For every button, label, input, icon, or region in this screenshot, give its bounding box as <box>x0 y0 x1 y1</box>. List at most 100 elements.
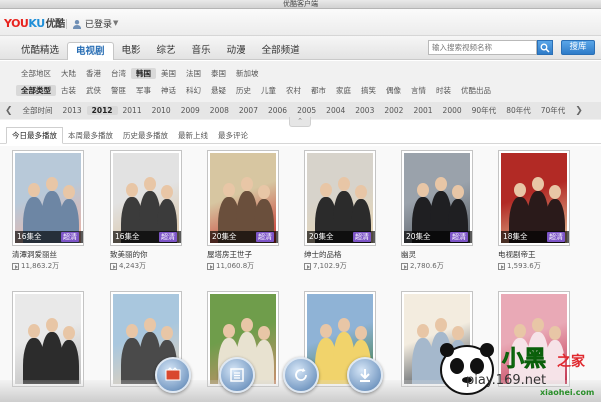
filter-option-year[interactable]: 80年代 <box>501 105 536 116</box>
filter-option-year[interactable]: 2009 <box>176 106 205 115</box>
search-input[interactable] <box>428 40 537 55</box>
search-button[interactable] <box>537 40 553 55</box>
filter-option-genre[interactable]: 搞笑 <box>356 85 381 96</box>
tab-channel[interactable]: 音乐 <box>184 42 219 60</box>
show-poster[interactable]: 20集全 超清 <box>304 150 376 246</box>
filter-option-genre[interactable]: 农村 <box>281 85 306 96</box>
filter-option-genre[interactable]: 优酷出品 <box>456 85 496 96</box>
filter-option-year[interactable]: 2003 <box>350 106 379 115</box>
refresh-button[interactable] <box>283 357 319 393</box>
filter-option-year[interactable]: 2007 <box>234 106 263 115</box>
show-title[interactable]: 电视剧帝王 <box>498 249 570 260</box>
filter-option-year[interactable]: 2010 <box>147 106 176 115</box>
watermark-site: xiaohei.com <box>540 388 595 397</box>
show-poster[interactable]: 18集全 超清 <box>498 150 570 246</box>
menu-dropdown-icon[interactable]: ▼ <box>113 19 118 27</box>
list-button[interactable] <box>219 357 255 393</box>
filter-option-year[interactable]: 2002 <box>379 106 408 115</box>
youku-logo[interactable]: YOUKU优酷 <box>4 15 65 30</box>
filter-option-year[interactable]: 2006 <box>263 106 292 115</box>
show-poster[interactable]: 20集全 超清 <box>401 150 473 246</box>
filter-option-year[interactable]: 2000 <box>438 106 467 115</box>
filter-option-region[interactable]: 法国 <box>181 68 206 79</box>
search-library-button[interactable]: 搜库 <box>561 40 595 55</box>
show-poster[interactable] <box>12 291 84 387</box>
show-title[interactable]: 幽灵 <box>401 249 473 260</box>
filter-option-genre[interactable]: 军事 <box>131 85 156 96</box>
filter-option-region[interactable]: 新加坡 <box>231 68 264 79</box>
film-button[interactable] <box>155 357 191 393</box>
filter-option-year[interactable]: 2004 <box>321 106 350 115</box>
filter-option-genre[interactable]: 家庭 <box>331 85 356 96</box>
show-poster[interactable]: 16集全 超清 <box>110 150 182 246</box>
filter-option-genre[interactable]: 时装 <box>431 85 456 96</box>
filter-option-year[interactable]: 2008 <box>205 106 234 115</box>
filter-option-genre[interactable]: 儿童 <box>256 85 281 96</box>
filter-option-genre[interactable]: 科幻 <box>181 85 206 96</box>
download-button[interactable] <box>347 357 383 393</box>
show-card[interactable]: 16集全 超清致美丽的你 4,243万 <box>110 150 182 271</box>
filter-option-year[interactable]: 全部时间 <box>18 105 58 116</box>
chevron-right-icon[interactable]: ❯ <box>570 106 588 116</box>
tab-sort[interactable]: 今日最多播放 <box>6 127 63 144</box>
poster-face <box>417 183 429 197</box>
show-card[interactable]: 16集全 超清 清潭洞爱丽丝 11,863.2万 <box>12 150 84 271</box>
filter-option-region[interactable]: 全部地区 <box>16 68 56 79</box>
tab-sort[interactable]: 最多评论 <box>213 130 253 143</box>
show-card[interactable]: 20集全 超清 幽灵 2,780.6万 <box>401 150 473 271</box>
filter-option-genre[interactable]: 历史 <box>231 85 256 96</box>
filter-option-region[interactable]: 香港 <box>81 68 106 79</box>
filter-option-year[interactable]: 90年代 <box>467 105 502 116</box>
show-title[interactable]: 屋塔房王世子 <box>207 249 279 260</box>
filter-option-year[interactable]: 2005 <box>292 106 321 115</box>
filter-option-region[interactable]: 美国 <box>156 68 181 79</box>
show-poster[interactable]: 16集全 超清 <box>12 150 84 246</box>
filter-option-genre[interactable]: 偶像 <box>381 85 406 96</box>
tab-channel[interactable]: 全部频道 <box>254 42 308 60</box>
filter-option-region[interactable]: 大陆 <box>56 68 81 79</box>
filter-option-region[interactable]: 台湾 <box>106 68 131 79</box>
show-card[interactable]: 20集全 超清 屋塔房王世子 11,060.8万 <box>207 150 279 271</box>
tab-channel[interactable]: 优酷精选 <box>13 42 67 60</box>
filter-option-genre[interactable]: 都市 <box>306 85 331 96</box>
show-title[interactable]: 致美丽的你 <box>110 249 182 260</box>
play-count-icon <box>304 262 311 270</box>
filter-option-genre[interactable]: 全部类型 <box>16 85 56 96</box>
collapse-filters-toggle[interactable]: ⌃ <box>289 117 311 127</box>
filter-option-region[interactable]: 泰国 <box>206 68 231 79</box>
region-filter: 全部地区 大陆 香港 台湾 韩国 美国 法国 泰国 新加坡 <box>16 65 264 82</box>
tab-sort[interactable]: 最新上线 <box>173 130 213 143</box>
tab-channel[interactable]: 电视剧 <box>67 42 114 60</box>
window-title: 优酷客户端 <box>283 0 318 8</box>
poster-face <box>338 177 350 191</box>
tab-sort[interactable]: 历史最多播放 <box>118 130 173 143</box>
filter-option-year[interactable]: 70年代 <box>536 105 571 116</box>
show-title[interactable]: 绅士的品格 <box>304 249 376 260</box>
play-count: 4,243万 <box>110 261 182 271</box>
tab-channel[interactable]: 综艺 <box>149 42 184 60</box>
show-card[interactable] <box>12 291 84 387</box>
hd-badge: 超清 <box>159 232 177 242</box>
filter-option-year[interactable]: 2011 <box>118 106 147 115</box>
filter-option-genre[interactable]: 武侠 <box>81 85 106 96</box>
filter-option-genre[interactable]: 古装 <box>56 85 81 96</box>
tab-channel[interactable]: 电影 <box>114 42 149 60</box>
tab-channel[interactable]: 动漫 <box>219 42 254 60</box>
show-poster[interactable]: 20集全 超清 <box>207 150 279 246</box>
filter-option-genre[interactable]: 警匪 <box>106 85 131 96</box>
tab-sort[interactable]: 本周最多播放 <box>63 130 118 143</box>
chevron-left-icon[interactable]: ❮ <box>0 106 18 116</box>
poster-image <box>307 153 373 243</box>
filter-option-year[interactable]: 2001 <box>408 106 437 115</box>
login-status[interactable]: 已登录 <box>66 17 112 30</box>
filter-option-genre[interactable]: 悬疑 <box>206 85 231 96</box>
filter-option-year[interactable]: 2013 <box>58 106 87 115</box>
poster-face <box>258 185 270 199</box>
filter-option-region[interactable]: 韩国 <box>131 68 156 79</box>
filter-option-genre[interactable]: 神话 <box>156 85 181 96</box>
show-card[interactable]: 18集全 超清 电视剧帝王 1,593.6万 <box>498 150 570 271</box>
filter-option-genre[interactable]: 言情 <box>406 85 431 96</box>
filter-option-year[interactable]: 2012 <box>86 106 118 115</box>
show-card[interactable]: 20集全 超清 绅士的品格 7,102.9万 <box>304 150 376 271</box>
show-title[interactable]: 清潭洞爱丽丝 <box>12 249 84 260</box>
